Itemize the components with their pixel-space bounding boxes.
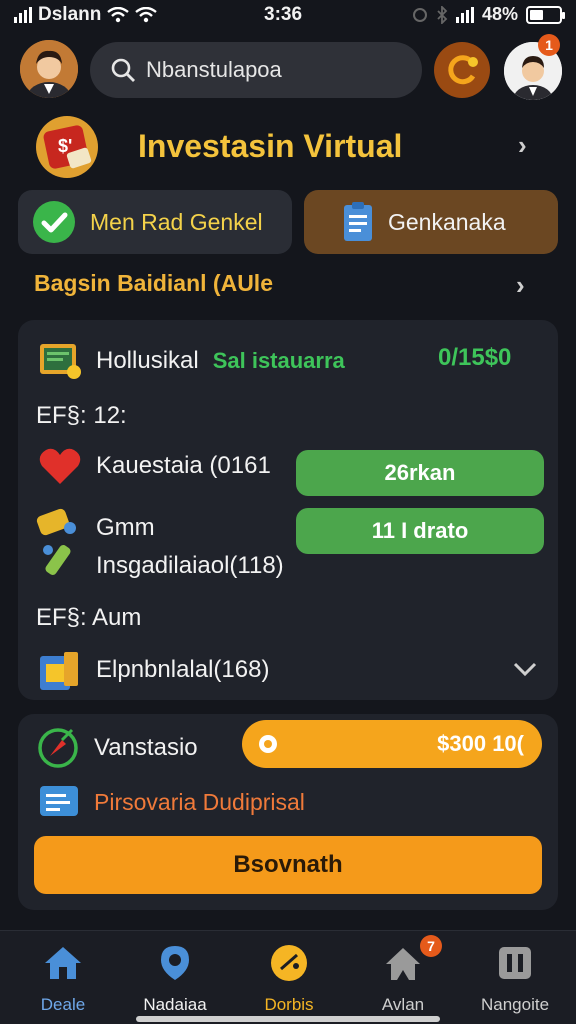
nav-label-alerts: Avlan: [381, 995, 425, 1014]
notification-badge: 1: [538, 34, 560, 56]
nav-item-orders[interactable]: Dorbis: [234, 941, 344, 1015]
row4-button[interactable]: 11 I drato: [296, 508, 544, 554]
house-alert-icon: [386, 948, 420, 980]
row4-label[interactable]: Insgadilaiaol(118): [96, 552, 284, 580]
nav-label-more: Nangoite: [480, 995, 550, 1014]
row3-label: Kauestaia (0161: [96, 452, 271, 479]
secondary-action-button[interactable]: Genkanaka: [304, 190, 558, 254]
nav-label-home: Deale: [40, 995, 86, 1014]
battery-percent: 48%: [481, 4, 518, 24]
nav-label-orders: Dorbis: [264, 995, 314, 1014]
home-indicator[interactable]: [136, 1016, 440, 1022]
status-left: Dslann: [14, 4, 158, 26]
profile-avatar[interactable]: [20, 40, 78, 98]
heart-icon: [39, 448, 81, 484]
portfolio-card: Hollusikal Sal istauarra 0/15$0 EF§: 12:…: [18, 320, 558, 700]
row3-button[interactable]: 26rkan: [296, 450, 544, 496]
cell-signal-icon: [455, 6, 474, 23]
investment-subtitle-row[interactable]: Pirsovaria Dudiprisal: [38, 784, 305, 820]
orders-icon: [271, 945, 307, 981]
avatar-face-icon: [20, 40, 78, 98]
grid-icon: [499, 947, 531, 979]
row1-label: Hollusikal: [96, 347, 199, 374]
submit-button[interactable]: Bsovnath: [34, 836, 542, 894]
alarm-icon: [412, 7, 427, 22]
coin-refresh-icon: [448, 55, 478, 85]
chart-board-icon: [40, 344, 81, 379]
nav-item-alerts[interactable]: 7 Avlan: [348, 935, 458, 1015]
bluetooth-icon: [437, 5, 448, 24]
section-heading: Bagsin Baidianl (AUle: [34, 270, 273, 296]
bottom-nav: Deale Nadaiaa Dorbis 7 Avlan Nangoite: [0, 930, 576, 1024]
chevron-right-icon[interactable]: ›: [518, 130, 527, 161]
title-row[interactable]: $' Investasin Virtual ›: [30, 112, 550, 182]
document-icon: [40, 786, 78, 816]
chevron-down-icon[interactable]: [512, 660, 538, 678]
check-icon: [33, 201, 75, 243]
row4-label-top: Gmm: [96, 514, 155, 541]
row1-value: 0/15$0: [438, 344, 512, 371]
search-icon: [111, 58, 135, 82]
nav-item-search[interactable]: Nadaiaa: [120, 941, 230, 1015]
nav-badge: 7: [420, 935, 442, 957]
nav-label-search: Nadaiaa: [143, 995, 207, 1014]
signal-icon: [14, 7, 32, 23]
row6-label: Elpnbnlalal(168): [96, 656, 270, 683]
nav-item-home[interactable]: Deale: [8, 941, 118, 1015]
investment-amount-pill[interactable]: $300 10(: [242, 720, 542, 768]
secondary-action-label: Genkanaka: [388, 208, 506, 235]
location-icon: [161, 946, 189, 980]
clipboard-icon: [344, 202, 372, 241]
box-icon: [40, 652, 78, 690]
wallet-icon: $': [36, 116, 98, 178]
carrier-name: Dslann: [38, 4, 102, 25]
gear-icon: [259, 735, 277, 753]
section-chevron-icon[interactable]: ›: [516, 270, 525, 301]
status-bar: Dslann 3:36 48%: [0, 0, 576, 32]
battery-fill: [530, 9, 544, 20]
portfolio-row-6[interactable]: Elpnbnlalal(168): [38, 648, 269, 692]
tools-icon: [36, 508, 76, 575]
portfolio-row-1[interactable]: Hollusikal Sal istauarra: [38, 340, 345, 382]
primary-action-button[interactable]: Men Rad Genkel: [18, 190, 292, 254]
compass-icon: [38, 728, 78, 768]
wifi-icon-secondary: [135, 7, 158, 23]
coin-button[interactable]: [434, 42, 490, 98]
row1-status: Sal istauarra: [212, 348, 345, 373]
investment-subtitle: Pirsovaria Dudiprisal: [94, 788, 305, 815]
primary-action-label: Men Rad Genkel: [90, 208, 263, 235]
status-time: 3:36: [264, 4, 303, 25]
portfolio-row-3[interactable]: Kauestaia (0161: [38, 446, 271, 486]
nav-item-more[interactable]: Nangoite: [460, 941, 570, 1015]
investment-label: Vanstasio: [94, 734, 198, 761]
row2-label: EF§: 12:: [36, 402, 127, 429]
investment-card: Vanstasio $300 10( Pirsovaria Dudiprisal…: [18, 714, 558, 910]
wifi-icon: [107, 7, 130, 23]
row5-label: EF§: Aum: [36, 604, 142, 631]
status-right: 48%: [412, 4, 565, 25]
battery-icon: [526, 5, 565, 24]
search-input[interactable]: [146, 57, 396, 83]
investment-amount: $300 10(: [437, 731, 524, 756]
search-bar[interactable]: [90, 42, 422, 98]
investment-row[interactable]: Vanstasio: [36, 726, 198, 770]
page-title: Investasin Virtual: [138, 128, 403, 164]
home-icon: [45, 947, 81, 979]
